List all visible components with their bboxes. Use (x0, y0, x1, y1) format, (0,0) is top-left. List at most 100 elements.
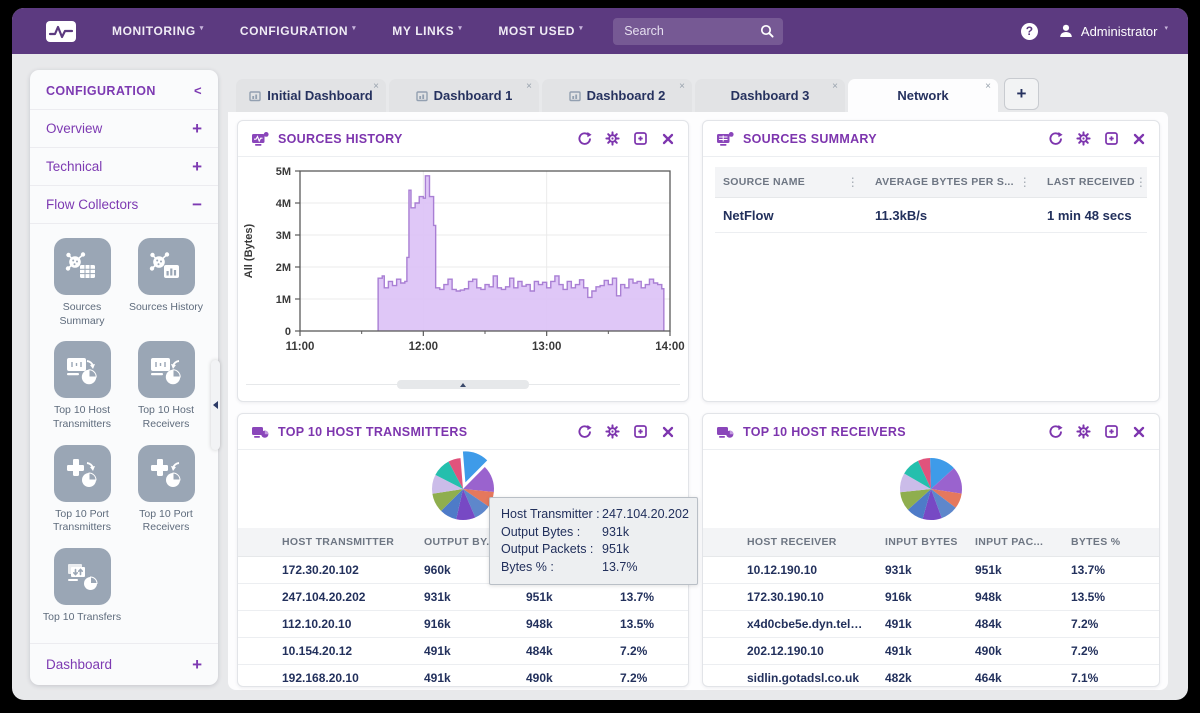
dashboard-tab-icon (249, 90, 261, 102)
pct-cell: 13.5% (1063, 584, 1159, 611)
help-icon[interactable]: ? (1021, 23, 1038, 40)
table-row: sidlin.gotadsl.co.uk 482k 464k 7.1% (703, 665, 1159, 688)
gear-icon[interactable] (1076, 131, 1091, 146)
refresh-icon[interactable] (577, 424, 592, 439)
gear-icon[interactable] (605, 424, 620, 439)
nav-menu-monitoring[interactable]: MONITORING▾ (112, 24, 204, 38)
bytes-cell: 491k (416, 638, 518, 665)
bytes-cell: 916k (877, 584, 967, 611)
search-input[interactable] (622, 23, 760, 39)
host-transmitters-icon (54, 341, 111, 398)
bytes-cell: 916k (416, 611, 518, 638)
close-tab-icon[interactable]: × (373, 81, 379, 92)
column-header-host-transmitter[interactable]: HOST TRANSMITTER (274, 528, 416, 557)
panel-resize-handle[interactable] (397, 380, 529, 389)
refresh-icon[interactable] (1048, 131, 1063, 146)
tab-dashboard-2[interactable]: Dashboard 2× (542, 79, 692, 112)
column-menu-icon[interactable]: ⋮ (1135, 175, 1147, 189)
svg-text:3M: 3M (276, 230, 291, 242)
table-row: 10.12.190.10 931k 951k 13.7% (703, 557, 1159, 584)
svg-text:11:00: 11:00 (286, 341, 315, 353)
close-icon[interactable] (661, 425, 675, 439)
tile-label: Top 10 Port Receivers (126, 508, 206, 535)
table-row: NetFlow11.3kB/s1 min 48 secs (715, 198, 1147, 233)
pct-cell: 7.2% (1063, 638, 1159, 665)
nav-menu-configuration[interactable]: CONFIGURATION▾ (240, 24, 356, 38)
popout-icon[interactable] (1104, 131, 1119, 146)
panel-header: SOURCES HISTORY (238, 121, 688, 157)
column-header-average-bytes-per-s[interactable]: AVERAGE BYTES PER S...⋮ (867, 167, 1039, 198)
user-menu[interactable]: Administrator ▾ (1058, 23, 1168, 39)
column-header-input-pac[interactable]: INPUT PAC... (967, 528, 1063, 557)
section-label: Flow Collectors (46, 197, 138, 212)
sources-summary-table: SOURCE NAME⋮AVERAGE BYTES PER S...⋮LAST … (715, 167, 1147, 233)
dashboard-tabs: Initial Dashboard×Dashboard 1×Dashboard … (236, 79, 1039, 112)
column-header-bytes[interactable]: BYTES % (1063, 528, 1159, 557)
nav-menu-my-links[interactable]: MY LINKS▾ (392, 24, 462, 38)
nav-menu-label: MOST USED (498, 24, 575, 38)
widget-tile-top-10-port-receivers[interactable]: Top 10 Port Receivers (124, 445, 208, 535)
column-menu-icon[interactable]: ⋮ (847, 175, 859, 189)
widget-tile-top-10-host-receivers[interactable]: Top 10 Host Receivers (124, 341, 208, 431)
swatch-cell (703, 584, 739, 611)
close-tab-icon[interactable]: × (985, 81, 991, 92)
tab-network[interactable]: Network× (848, 79, 998, 112)
panel-title: TOP 10 HOST RECEIVERS (743, 425, 906, 439)
add-tab-button[interactable]: + (1004, 78, 1039, 110)
last-received: 1 min 48 secs (1039, 198, 1147, 233)
svg-text:1M: 1M (276, 294, 291, 306)
close-icon[interactable] (1132, 132, 1146, 146)
sidebar-section-technical[interactable]: Technical+ (30, 147, 218, 185)
summary-widget-icon (716, 131, 734, 147)
brand-logo-icon[interactable] (46, 21, 76, 42)
port-transmitters-icon (54, 445, 111, 502)
panel-title: SOURCES SUMMARY (743, 132, 877, 146)
gear-icon[interactable] (1076, 424, 1091, 439)
pct-cell: 13.7% (1063, 557, 1159, 584)
tab-initial-dashboard[interactable]: Initial Dashboard× (236, 79, 386, 112)
table-row: 192.168.20.10 491k 490k 7.2% (238, 665, 688, 688)
close-icon[interactable] (661, 132, 675, 146)
widget-tile-top-10-port-transmitters[interactable]: Top 10 Port Transmitters (40, 445, 124, 535)
host-cell: sidlin.gotadsl.co.uk (739, 665, 877, 688)
widget-tile-sources-summary[interactable]: Sources Summary (40, 238, 124, 328)
widget-tile-top-10-transfers[interactable]: Top 10 Transfers (40, 548, 124, 625)
receivers-pie-chart[interactable] (703, 450, 1159, 528)
svg-text:14:00: 14:00 (655, 341, 684, 353)
column-header-host-receiver[interactable]: HOST RECEIVER (739, 528, 877, 557)
pie-slice-tooltip: Host Transmitter :247.104.20.202Output B… (489, 497, 698, 585)
column-header-last-received[interactable]: LAST RECEIVED⋮ (1039, 167, 1147, 198)
sidebar-section-flow-collectors[interactable]: Flow Collectors− (30, 185, 218, 223)
tab-dashboard-1[interactable]: Dashboard 1× (389, 79, 539, 112)
host-cell: 172.30.20.102 (274, 557, 416, 584)
panel-title: SOURCES HISTORY (278, 132, 403, 146)
column-header-source-name[interactable]: SOURCE NAME⋮ (715, 167, 867, 198)
close-tab-icon[interactable]: × (832, 81, 838, 92)
packets-cell: 951k (518, 584, 612, 611)
tab-dashboard-3[interactable]: Dashboard 3× (695, 79, 845, 112)
sidebar-collapse-icon[interactable]: < (194, 83, 202, 98)
sidebar-resize-handle[interactable] (211, 360, 220, 450)
popout-icon[interactable] (1104, 424, 1119, 439)
close-icon[interactable] (1132, 425, 1146, 439)
close-tab-icon[interactable]: × (679, 81, 685, 92)
sidebar-item-dashboard[interactable]: Dashboard + (30, 643, 218, 685)
refresh-icon[interactable] (577, 131, 592, 146)
swatch-cell (703, 665, 739, 688)
widget-tile-top-10-host-transmitters[interactable]: Top 10 Host Transmitters (40, 341, 124, 431)
swatch-cell (238, 584, 274, 611)
gear-icon[interactable] (605, 131, 620, 146)
close-tab-icon[interactable]: × (526, 81, 532, 92)
refresh-icon[interactable] (1048, 424, 1063, 439)
sidebar-section-overview[interactable]: Overview+ (30, 109, 218, 147)
svg-text:4M: 4M (276, 198, 291, 210)
nav-menu-most-used[interactable]: MOST USED▾ (498, 24, 583, 38)
search-icon[interactable] (760, 24, 774, 38)
widget-tile-sources-history[interactable]: Sources History (124, 238, 208, 328)
column-header-input-bytes[interactable]: INPUT BYTES (877, 528, 967, 557)
popout-icon[interactable] (633, 131, 648, 146)
sidebar-header: CONFIGURATION < (30, 70, 218, 109)
pct-cell: 7.2% (612, 665, 688, 688)
popout-icon[interactable] (633, 424, 648, 439)
column-menu-icon[interactable]: ⋮ (1019, 175, 1031, 189)
